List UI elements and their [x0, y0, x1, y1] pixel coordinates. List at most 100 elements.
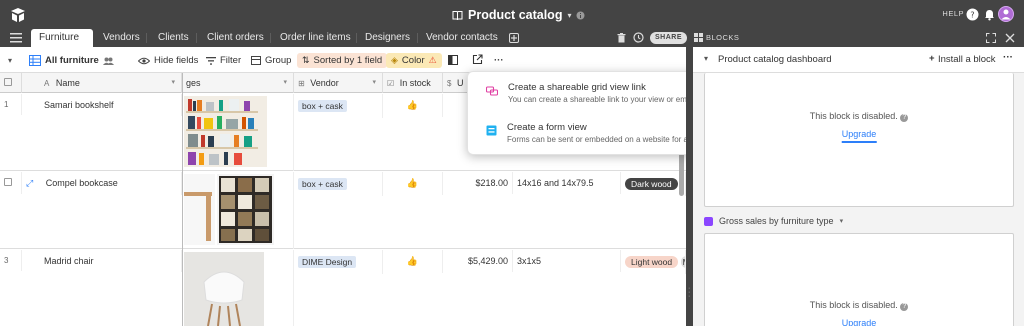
block-disabled-message: This block is disabled. ? [705, 111, 1013, 122]
chevron-down-icon[interactable]: ▾ [372, 73, 376, 93]
tab-clients[interactable]: Clients [150, 29, 197, 47]
row-checkbox[interactable] [4, 178, 12, 186]
hamburger-menu-icon[interactable] [10, 33, 22, 43]
row-materials-cell[interactable]: Light wood M [621, 250, 686, 274]
close-icon[interactable] [1005, 33, 1015, 43]
vendor-tag[interactable]: box + cask [298, 178, 347, 190]
more-options-icon[interactable]: ··· [1003, 52, 1013, 63]
tab-designers[interactable]: Designers [357, 29, 418, 47]
table-row[interactable]: ⤢ Compel bookcase box + cask 👍 $218.00 1… [0, 172, 686, 249]
history-icon[interactable] [633, 32, 644, 43]
row-name-label: Compel bookcase [45, 178, 118, 188]
help-icon[interactable]: ? [900, 114, 909, 122]
more-options-button[interactable]: ··· [494, 53, 504, 68]
view-name[interactable]: All furniture [29, 53, 99, 68]
tab-vendor-contacts[interactable]: Vendor contacts [418, 29, 506, 47]
table-row[interactable]: 3 Madrid chair DIME Design 👍 $5,429.00 3… [0, 250, 686, 326]
row-vendor-cell[interactable]: DIME Design [294, 250, 383, 274]
row-size-cell[interactable]: 3x1x5 [513, 250, 621, 272]
column-header-name[interactable]: A Name ▾ [22, 73, 182, 93]
top-bar: Product catalog ▾ HELP ? [0, 0, 1024, 29]
tab-vendors[interactable]: Vendors [95, 29, 148, 47]
row-images-cell[interactable] [182, 172, 294, 249]
sort-button[interactable]: ⇅ Sorted by 1 field [297, 53, 388, 68]
row-name-cell[interactable]: Samari bookshelf [22, 94, 182, 116]
hide-fields-button[interactable]: Hide fields [138, 53, 198, 68]
fullscreen-icon[interactable] [986, 33, 996, 43]
text-field-icon: A [44, 79, 50, 88]
select-all-checkbox-cell[interactable] [0, 73, 22, 93]
row-in-stock-cell[interactable]: 👍 [383, 250, 443, 273]
frozen-column-divider[interactable] [182, 73, 183, 326]
plus-icon: + [929, 53, 935, 64]
row-height-icon[interactable] [448, 55, 458, 65]
chevron-down-icon[interactable]: ▾ [567, 11, 571, 20]
blocks-label[interactable]: BLOCKS [706, 33, 739, 42]
help-icon[interactable]: ? [900, 303, 909, 311]
add-table-icon[interactable] [509, 33, 519, 43]
chevron-down-icon[interactable]: ▾ [171, 73, 175, 93]
grid-view-icon [29, 55, 41, 66]
row-images-cell[interactable] [182, 250, 294, 326]
column-header-label: U [456, 78, 464, 88]
chevron-down-icon[interactable]: ▾ [704, 54, 708, 63]
vendor-tag[interactable]: DIME Design [298, 256, 357, 268]
view-switcher-icon[interactable]: ▾ [8, 53, 12, 68]
row-name-cell[interactable]: Madrid chair [22, 250, 182, 272]
book-icon [452, 10, 463, 20]
upgrade-link[interactable]: Upgrade [842, 318, 877, 326]
row-name-cell[interactable]: ⤢ Compel bookcase [22, 172, 182, 195]
material-chip[interactable]: Light wood [625, 256, 679, 268]
base-title[interactable]: Product catalog ▾ [452, 6, 585, 24]
column-header-vendor[interactable]: ⊞ Vendor ▾ [294, 73, 383, 93]
row-checkbox-cell[interactable] [0, 172, 22, 194]
airtable-logo-icon[interactable] [10, 7, 26, 23]
row-size-cell[interactable]: 14x16 and 14x79.5 [513, 172, 621, 194]
color-button[interactable]: ◈ Color ⚠ [386, 53, 442, 68]
chevron-down-icon[interactable]: ▾ [840, 217, 844, 225]
column-header-in-stock[interactable]: ☑ In stock [383, 73, 443, 93]
share-view-icon[interactable] [472, 54, 483, 65]
tab-order-line-items[interactable]: Order line items [272, 29, 359, 47]
bookcase-image[interactable] [217, 174, 274, 245]
desk-image[interactable] [184, 174, 215, 245]
collaborators-icon[interactable] [103, 57, 114, 65]
panel-resize-handle[interactable]: · · · [686, 47, 693, 326]
help-icon[interactable]: ? [966, 8, 979, 21]
row-in-stock-cell[interactable]: 👍 [383, 94, 443, 117]
column-header-images[interactable]: ges ▾ [182, 73, 294, 93]
table-tabs-bar: Furniture ▾ Vendors Clients Client order… [0, 29, 1024, 60]
group-button[interactable]: Group [251, 53, 291, 68]
help-link[interactable]: HELP [942, 9, 964, 18]
bookshelf-image[interactable] [184, 96, 267, 167]
upgrade-link[interactable]: Upgrade [841, 129, 877, 143]
row-unit-cost-cell[interactable]: $218.00 [443, 172, 513, 194]
block-disabled-text: This block is disabled. [809, 111, 898, 121]
trash-icon[interactable] [617, 33, 626, 43]
install-block-button[interactable]: Install a block [938, 54, 996, 65]
vertical-scrollbar[interactable] [679, 150, 684, 196]
info-icon[interactable] [576, 11, 585, 20]
link-field-icon: ⊞ [298, 79, 305, 88]
material-chip[interactable]: Dark wood [625, 178, 678, 190]
row-in-stock-cell[interactable]: 👍 [383, 172, 443, 195]
row-materials-cell[interactable]: Dark wood [621, 172, 686, 196]
block-title: Gross sales by furniture type [719, 216, 834, 226]
chair-image[interactable] [184, 252, 264, 326]
notification-bell-icon[interactable] [983, 8, 996, 21]
block-title-row[interactable]: Gross sales by furniture type ▾ [704, 216, 843, 226]
row-unit-cost-cell[interactable]: $5,429.00 [443, 250, 513, 272]
tab-furniture[interactable]: Furniture ▾ [31, 29, 93, 60]
select-all-checkbox[interactable] [4, 78, 12, 86]
row-vendor-cell[interactable]: box + cask [294, 94, 383, 118]
share-button[interactable]: SHARE [650, 32, 688, 44]
tab-client-orders[interactable]: Client orders [199, 29, 272, 47]
vendor-tag[interactable]: box + cask [298, 100, 347, 112]
dashboard-title[interactable]: Product catalog dashboard [718, 54, 832, 65]
filter-button[interactable]: Filter [206, 53, 241, 68]
row-vendor-cell[interactable]: box + cask [294, 172, 383, 196]
user-avatar[interactable] [998, 6, 1014, 22]
expand-record-icon[interactable]: ⤢ [26, 178, 33, 188]
chevron-down-icon[interactable]: ▾ [283, 73, 287, 93]
row-images-cell[interactable] [182, 94, 294, 171]
